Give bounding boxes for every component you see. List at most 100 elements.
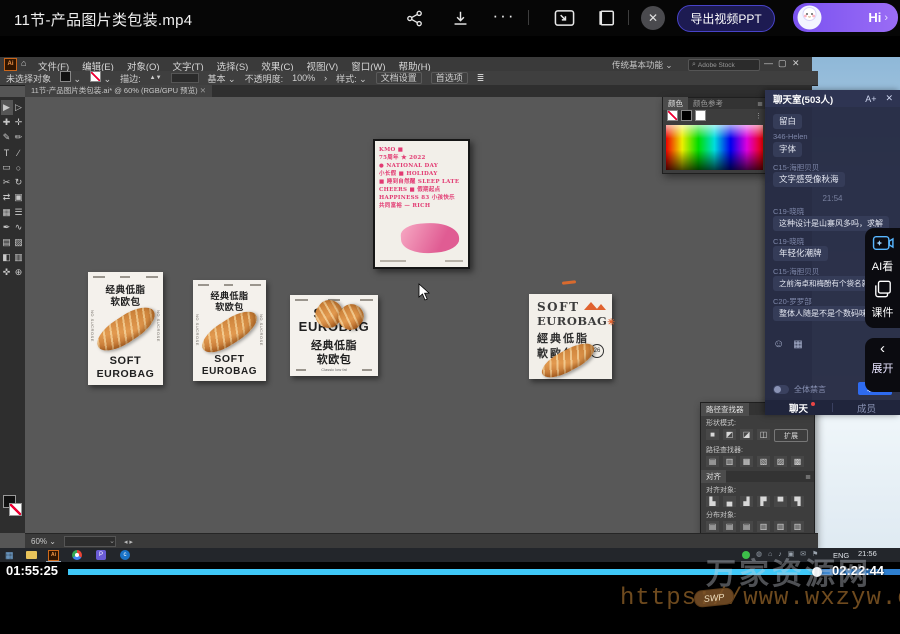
align-bottom-icon[interactable]: ▜ — [791, 496, 804, 507]
stroke-swatch[interactable]: ⌄ — [90, 71, 111, 85]
tab-align[interactable]: 对齐 — [701, 470, 726, 483]
share-icon[interactable] — [404, 8, 424, 28]
workspace-switcher[interactable]: 传统基本功能 ⌄ — [612, 59, 673, 71]
lasso-tool[interactable]: ✛ — [13, 115, 25, 130]
align-middle-icon[interactable]: ▀ — [774, 496, 787, 507]
slice-tool[interactable]: ▥ — [13, 250, 25, 265]
panel-menu-icon[interactable]: ≣ — [477, 73, 485, 84]
ellipse-tool[interactable]: ○ — [13, 160, 25, 175]
chrome-icon[interactable] — [72, 550, 82, 560]
magic-wand-tool[interactable]: ✚ — [1, 115, 13, 130]
stroke-stepper[interactable]: ▲▼ — [150, 75, 162, 81]
style-dropdown[interactable]: 样式: ⌄ — [336, 72, 367, 85]
align-right-icon[interactable]: ▟ — [740, 496, 753, 507]
stock-search-input[interactable]: ⌕ Adobe Stock — [688, 59, 760, 71]
outline-icon[interactable]: ▨ — [774, 456, 787, 467]
artboard-prev-icon[interactable]: ◂ ▸ — [124, 538, 133, 546]
distribute-right-icon[interactable]: ▥ — [791, 521, 804, 532]
dock-panel-icon[interactable] — [596, 8, 618, 28]
ai-view-button[interactable]: AI看 — [865, 234, 900, 274]
white-swatch[interactable] — [695, 110, 706, 121]
document-setup-button[interactable]: 文档设置 — [376, 72, 422, 84]
panel-menu-icon[interactable]: ≣ — [805, 473, 811, 481]
tab-close-icon[interactable]: ✕ — [200, 86, 206, 95]
pen-tool[interactable]: ✎ — [1, 130, 13, 145]
document-tab[interactable]: 11节-产品图片类包装.ai* @ 60% (RGB/GPU 预览) ✕ — [25, 85, 212, 97]
expand-button[interactable]: 扩展 — [774, 429, 808, 442]
symbol-tool[interactable]: ▤ — [1, 235, 13, 250]
font-size-button[interactable]: A+ — [865, 94, 876, 104]
more-options-icon[interactable]: ··· — [490, 4, 518, 28]
seek-bar-thumb[interactable] — [812, 567, 822, 577]
chat-close-icon[interactable]: ✕ — [885, 93, 893, 104]
align-center-icon[interactable]: ▄ — [723, 496, 736, 507]
zoom-level-dropdown[interactable]: 60% ⌄ — [31, 537, 56, 546]
distribute-bottom-icon[interactable]: ▤ — [740, 521, 753, 532]
start-button-icon[interactable]: ▦ — [5, 550, 14, 561]
close-panel-button[interactable]: ✕ — [641, 6, 665, 30]
distribute-top-icon[interactable]: ▤ — [706, 521, 719, 532]
language-indicator[interactable]: ENG — [833, 551, 849, 560]
mesh-tool[interactable]: ▦ — [1, 205, 13, 220]
edge-icon[interactable]: c — [120, 550, 130, 560]
hand-tool[interactable]: ✜ — [1, 265, 13, 280]
graph-tool[interactable]: ▨ — [13, 235, 25, 250]
type-tool[interactable]: T — [1, 145, 13, 160]
toggle-track[interactable] — [773, 385, 789, 394]
artboard-nav-dropdown[interactable]: ⌄ — [64, 536, 116, 547]
account-chip[interactable]: Hi › — [793, 3, 898, 32]
tab-members[interactable]: 成员 — [833, 401, 900, 415]
mute-all-toggle[interactable]: 全体禁言 — [773, 384, 826, 395]
tab-color-guide[interactable]: 颜色参考 — [693, 98, 723, 109]
app-p-icon[interactable]: P — [96, 550, 106, 560]
selection-tool[interactable]: ▶ — [1, 100, 13, 115]
tray-icons[interactable]: ◍ ⌂ ♪ ▣ ✉ ⚑ — [756, 550, 820, 558]
shape-builder-tool[interactable]: ▣ — [13, 190, 25, 205]
exclude-icon[interactable]: ◫ — [757, 429, 770, 440]
brush-dropdown[interactable]: 基本 ⌄ — [208, 72, 236, 85]
black-swatch[interactable] — [681, 110, 692, 121]
distribute-center-icon[interactable]: ▤ — [723, 521, 736, 532]
rectangle-tool[interactable]: ▭ — [1, 160, 13, 175]
home-icon[interactable]: ⌂ — [21, 58, 26, 68]
image-upload-icon[interactable]: ▦ — [793, 339, 802, 350]
illustrator-taskbar-icon[interactable]: Ai — [48, 550, 59, 561]
align-left-icon[interactable]: ▙ — [706, 496, 719, 507]
window-maximize-button[interactable]: ▢ — [778, 58, 787, 69]
unite-icon[interactable]: ■ — [706, 429, 719, 440]
direct-selection-tool[interactable]: ▷ — [13, 100, 25, 115]
file-explorer-icon[interactable] — [26, 551, 37, 559]
window-close-button[interactable]: ✕ — [792, 58, 800, 69]
panel-menu-icon[interactable]: ≣ — [757, 100, 763, 108]
intersect-icon[interactable]: ◪ — [740, 429, 753, 440]
picture-in-picture-icon[interactable] — [552, 8, 576, 28]
seek-bar[interactable] — [68, 569, 900, 575]
minus-front-icon[interactable]: ◩ — [723, 429, 736, 440]
preferences-button[interactable]: 首选项 — [431, 72, 468, 84]
brush-preview[interactable] — [171, 73, 199, 83]
distribute-middle-icon[interactable]: ▥ — [774, 521, 787, 532]
opacity-value[interactable]: 100% — [292, 73, 315, 83]
tab-pathfinder[interactable]: 路径查找器 — [701, 403, 749, 416]
curvature-tool[interactable]: ✏ — [13, 130, 25, 145]
artboard-tool[interactable]: ◧ — [1, 250, 13, 265]
tray-wechat-icon[interactable] — [742, 551, 750, 559]
distribute-left-icon[interactable]: ▥ — [757, 521, 770, 532]
stroke-color-swatch[interactable] — [9, 503, 22, 516]
align-top-icon[interactable]: ▛ — [757, 496, 770, 507]
scissors-tool[interactable]: ✂ — [1, 175, 13, 190]
minus-back-icon[interactable]: ▩ — [791, 456, 804, 467]
export-ppt-button[interactable]: 导出视频PPT — [677, 5, 775, 32]
rotate-tool[interactable]: ↻ — [13, 175, 25, 190]
crop-icon[interactable]: ▧ — [757, 456, 770, 467]
eyedropper-tool[interactable]: ✒ — [1, 220, 13, 235]
merge-icon[interactable]: ▦ — [740, 456, 753, 467]
none-swatch[interactable] — [667, 110, 678, 121]
system-clock[interactable]: 21:56 — [858, 549, 877, 558]
fill-swatch[interactable]: ⌄ — [60, 71, 81, 85]
line-tool[interactable]: ∕ — [13, 145, 25, 160]
courseware-button[interactable]: 课件 — [865, 280, 900, 320]
color-spectrum[interactable] — [666, 125, 763, 170]
trim-icon[interactable]: ▥ — [723, 456, 736, 467]
panel-options-icon[interactable]: ⋮ — [755, 112, 762, 120]
